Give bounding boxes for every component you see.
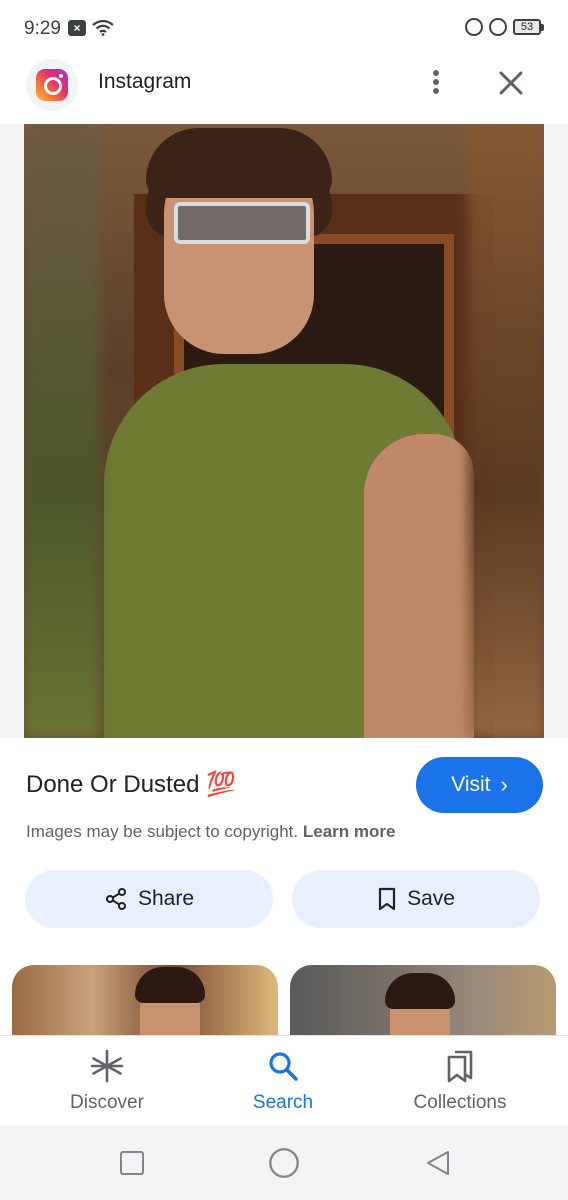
- image-title: Done Or Dusted 💯: [26, 770, 236, 799]
- more-options-button[interactable]: [422, 66, 450, 98]
- bottom-navigation: Discover Search Collections: [0, 1035, 568, 1125]
- nav-search-label: Search: [252, 1092, 314, 1113]
- battery-level: 53: [513, 19, 541, 35]
- chevron-right-icon: ›: [500, 772, 508, 797]
- close-icon[interactable]: [494, 66, 528, 100]
- nav-collections-label: Collections: [413, 1092, 507, 1113]
- related-image-thumbnail[interactable]: [290, 965, 556, 1045]
- data-saver-icon: [465, 18, 483, 36]
- share-icon: [105, 888, 126, 910]
- battery-icon: 53: [513, 19, 544, 35]
- visit-button[interactable]: Visit ›: [416, 757, 543, 813]
- share-button[interactable]: Share: [25, 870, 273, 928]
- next-image-peek[interactable]: [468, 124, 544, 738]
- image-title-text: Done Or Dusted: [26, 771, 200, 798]
- previous-image-peek[interactable]: [24, 124, 100, 738]
- home-circle-icon[interactable]: [268, 1147, 300, 1179]
- hundred-emoji-icon: 💯: [206, 771, 236, 798]
- nav-discover-label: Discover: [70, 1092, 144, 1113]
- save-button[interactable]: Save: [292, 870, 540, 928]
- vpn-lock-icon: [489, 18, 507, 36]
- copyright-notice: Images may be subject to copyright. Lear…: [26, 822, 395, 842]
- status-left-icons: ×: [68, 20, 114, 36]
- system-navigation-bar: [0, 1125, 568, 1200]
- copyright-text: Images may be subject to copyright.: [26, 822, 299, 841]
- visit-label: Visit: [451, 773, 491, 796]
- search-icon: [269, 1052, 298, 1081]
- collections-icon: [447, 1050, 473, 1083]
- status-time: 9:29: [24, 18, 61, 39]
- related-image-thumbnail[interactable]: [12, 965, 278, 1045]
- share-label: Share: [137, 887, 195, 910]
- bookmark-icon: [378, 887, 396, 911]
- wifi-icon: [92, 20, 114, 36]
- learn-more-link[interactable]: Learn more: [303, 822, 396, 841]
- recents-square-icon[interactable]: [118, 1149, 146, 1177]
- notification-x-icon: ×: [68, 20, 86, 36]
- save-label: Save: [407, 887, 455, 910]
- image-viewer[interactable]: [0, 124, 568, 738]
- app-name: Instagram: [98, 70, 192, 93]
- app-logo-container[interactable]: [26, 59, 78, 111]
- preview-image[interactable]: [24, 124, 544, 738]
- more-vert-icon: [433, 70, 439, 76]
- back-triangle-icon[interactable]: [424, 1149, 452, 1177]
- nav-collections[interactable]: Collections: [385, 1048, 535, 1114]
- sunglasses: [174, 202, 310, 244]
- nav-search[interactable]: Search: [208, 1048, 358, 1114]
- nav-discover[interactable]: Discover: [32, 1048, 182, 1114]
- asterisk-icon: [90, 1049, 124, 1083]
- status-right-icons: 53: [465, 18, 544, 36]
- app-header: Instagram: [0, 56, 568, 124]
- instagram-logo-icon: [36, 69, 68, 101]
- status-bar: 9:29 × 53: [0, 0, 568, 56]
